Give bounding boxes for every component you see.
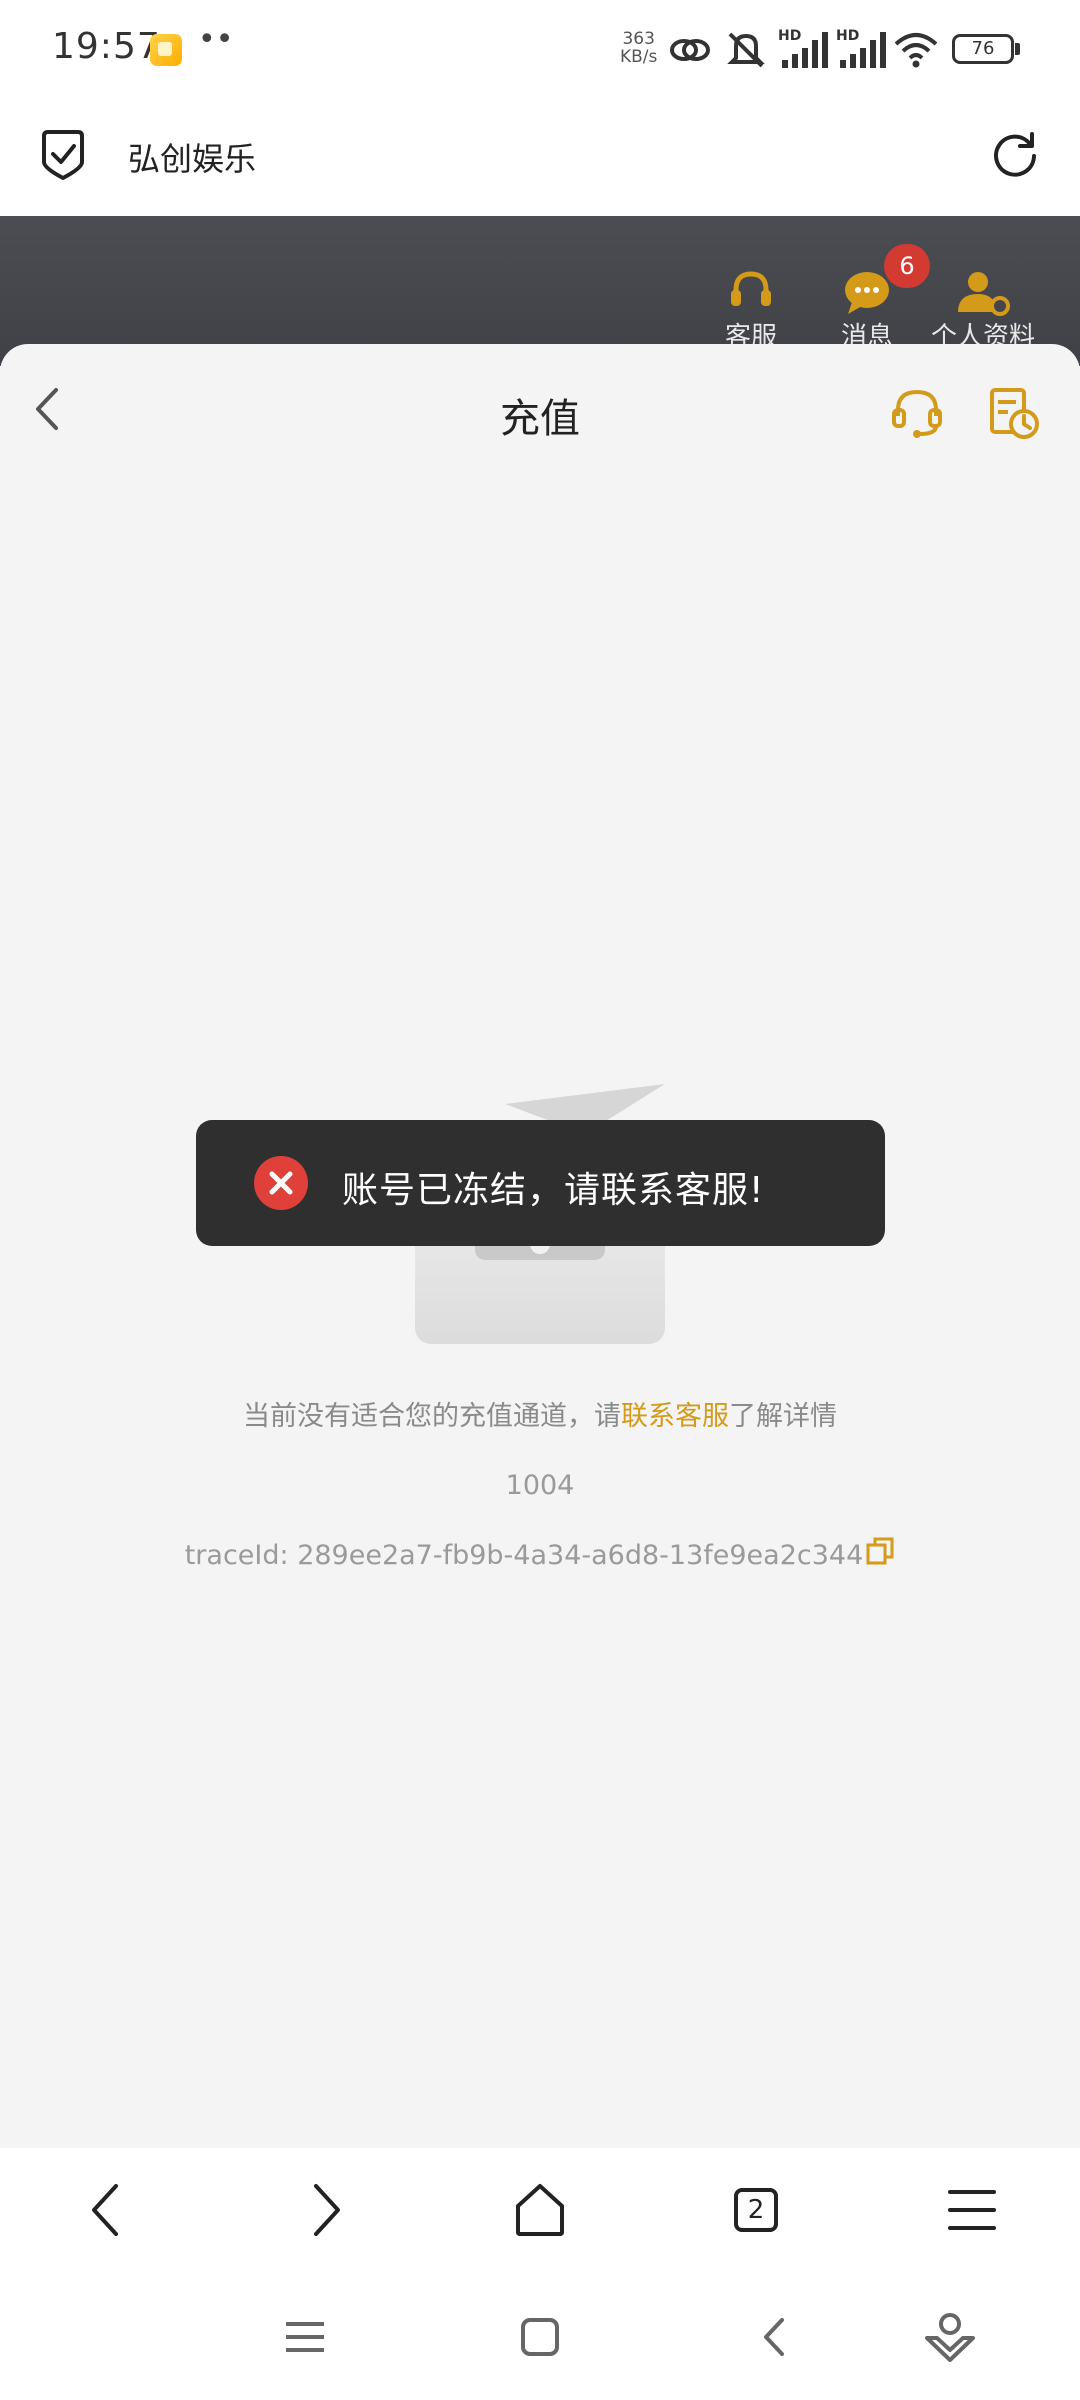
copy-icon[interactable] [865,1536,895,1566]
signal-2-label: HD [836,28,860,44]
shield-check-icon[interactable] [38,128,88,182]
more-notifications-icon: •• [198,22,234,57]
recharge-history-icon[interactable] [986,386,1042,442]
header-item-support[interactable] [696,268,806,322]
error-code: 1004 [505,1470,575,1501]
network-speed-unit: KB/s [620,47,658,67]
system-home-icon[interactable] [505,2302,575,2372]
error-icon [254,1156,308,1210]
recent-apps-icon[interactable] [270,2302,340,2372]
tab-count: 2 [734,2188,778,2232]
browser-address-bar[interactable]: 弘创娱乐 [0,100,1080,216]
signal-1-label: HD [778,28,802,44]
status-bar: 19:57 •• 363 KB/s HD HD 76 [0,0,1080,100]
browser-home-icon[interactable] [500,2170,580,2250]
customer-service-icon[interactable] [890,386,944,440]
header-item-profile[interactable] [928,268,1038,322]
error-toast: 账号已冻结，请联系客服! [196,1120,885,1246]
mute-icon [727,32,765,68]
system-navigation-bar [0,2272,1080,2400]
browser-tabs-button[interactable]: 2 [716,2170,796,2250]
battery-tip [1015,43,1020,55]
empty-message-prefix: 当前没有适合您的充值通道，请 [243,1401,621,1432]
assistant-icon[interactable] [915,2302,985,2372]
contact-support-link[interactable]: 联系客服 [621,1401,729,1432]
recharge-sheet: 充值 当前没有适合您的充值通道，请联系客服了解详情 1004 traceId: … [0,344,1080,2148]
messages-badge: 6 [884,244,930,288]
network-speed-value: 363 [622,29,655,49]
wifi-icon [894,33,938,68]
trace-id-text: traceId: 289ee2a7-fb9b-4a34-a6d8-13fe9ea… [184,1540,864,1571]
toast-message: 账号已冻结，请联系客服! [342,1170,765,1211]
system-back-icon[interactable] [740,2302,810,2372]
browser-toolbar: 2 [0,2148,1080,2272]
browser-menu-icon[interactable] [932,2170,1012,2250]
trace-id-row: traceId: 289ee2a7-fb9b-4a34-a6d8-13fe9ea… [0,1536,1080,1571]
user-settings-icon [958,272,1010,316]
battery-level: 76 [971,38,995,59]
browser-back-icon[interactable] [68,2170,148,2250]
browser-forward-icon[interactable] [284,2170,364,2250]
headset-icon [731,271,771,306]
network-speed: 363 KB/s [620,30,657,66]
refresh-icon[interactable] [990,130,1040,180]
empty-message-suffix: 了解详情 [729,1401,837,1432]
notification-app-icon [150,34,182,66]
link-icon [670,39,710,61]
battery-icon: 76 [952,34,1014,64]
site-title[interactable]: 弘创娱乐 [128,134,256,180]
empty-message: 当前没有适合您的充值通道，请联系客服了解详情 [0,1394,1080,1433]
status-time: 19:57 [52,26,161,67]
